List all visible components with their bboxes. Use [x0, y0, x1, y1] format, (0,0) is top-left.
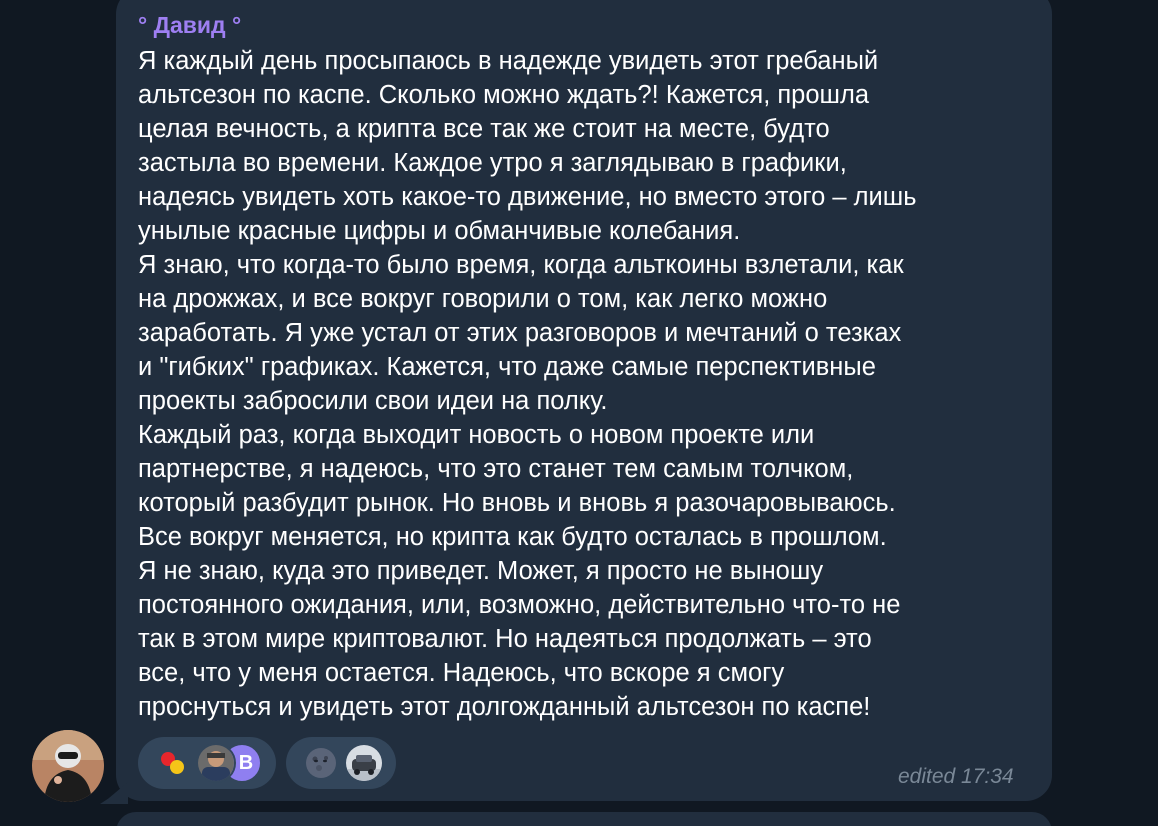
sender-name[interactable]: ° Давид ° [138, 10, 241, 40]
message-timestamp: edited 17:34 [898, 765, 1014, 788]
reactor-avatar-photo [344, 743, 384, 783]
message-paragraph-2: Я знаю, что когда-то было время, когда а… [138, 251, 904, 415]
reaction-pill-1[interactable]: В [138, 737, 276, 789]
message-text: Я каждый день просыпаюсь в надежде увиде… [138, 44, 1038, 724]
sender-avatar-photo-icon [32, 730, 104, 802]
reactor-avatar-photo [196, 743, 236, 783]
reaction-pill-2[interactable] [286, 737, 396, 789]
message-paragraph-3: Каждый раз, когда выходит новость о ново… [138, 421, 901, 721]
chat-area: ° Давид ° Я каждый день просыпаюсь в над… [0, 0, 1158, 826]
sender-avatar[interactable] [32, 730, 104, 802]
red-yellow-dots-icon [161, 752, 184, 774]
reactor-car-photo-icon [346, 745, 382, 781]
new-moon-face-icon [306, 748, 336, 778]
next-message-bubble[interactable] [116, 812, 1052, 826]
reactor-photo-icon [198, 745, 234, 781]
message-paragraph-1: Я каждый день просыпаюсь в надежде увиде… [138, 47, 917, 245]
